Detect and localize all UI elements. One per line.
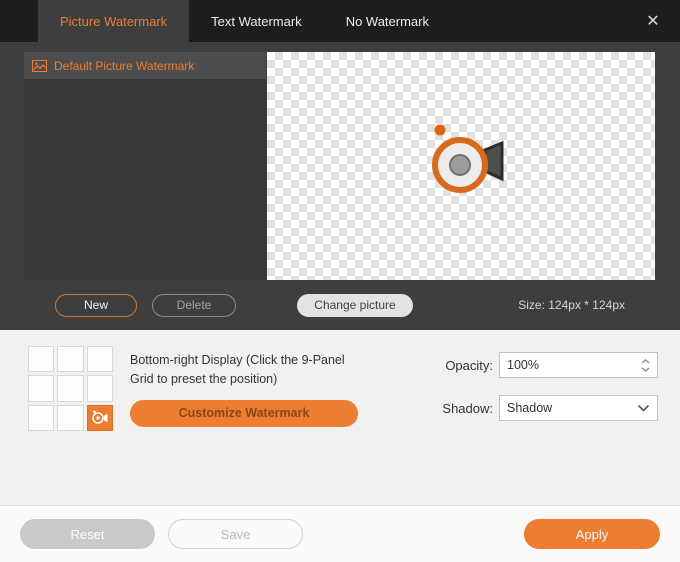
tab-text-watermark[interactable]: Text Watermark bbox=[189, 0, 324, 42]
tab-no-watermark[interactable]: No Watermark bbox=[324, 0, 451, 42]
opacity-input[interactable]: 100% bbox=[499, 352, 658, 378]
grid-cell-bottom-left[interactable] bbox=[28, 405, 54, 431]
effect-settings: Opacity: 100% Shadow: Shado bbox=[438, 346, 658, 438]
shadow-row: Shadow: Shadow bbox=[438, 395, 658, 421]
new-button[interactable]: New bbox=[55, 294, 137, 317]
position-description: Bottom-right Display (Click the 9-Panel … bbox=[130, 351, 362, 389]
close-icon: ✕ bbox=[646, 11, 659, 31]
watermark-graphic[interactable] bbox=[398, 116, 524, 216]
apply-button[interactable]: Apply bbox=[524, 519, 660, 549]
grid-cell-top-right[interactable] bbox=[87, 346, 113, 372]
tab-label: Picture Watermark bbox=[60, 14, 167, 29]
delete-button[interactable]: Delete bbox=[152, 294, 236, 317]
grid-cell-middle-left[interactable] bbox=[28, 375, 54, 401]
opacity-spinner bbox=[641, 359, 650, 372]
picture-icon bbox=[32, 60, 47, 72]
tab-picture-watermark[interactable]: Picture Watermark bbox=[38, 0, 189, 42]
tab-label: No Watermark bbox=[346, 14, 429, 29]
watermark-editor-panel: Default Picture Watermark New Delete Cha… bbox=[0, 42, 680, 330]
spinner-up-icon[interactable] bbox=[641, 359, 650, 364]
grid-cell-middle-right[interactable] bbox=[87, 375, 113, 401]
shadow-label: Shadow: bbox=[438, 401, 493, 416]
dialog-footer: Reset Save Apply bbox=[0, 505, 680, 562]
tab-bar: Picture Watermark Text Watermark No Wate… bbox=[0, 0, 680, 42]
size-label: Size: 124px * 124px bbox=[518, 298, 625, 312]
editor-top: Default Picture Watermark bbox=[24, 52, 655, 280]
customize-watermark-button[interactable]: Customize Watermark bbox=[130, 400, 358, 427]
position-settings-panel: Bottom-right Display (Click the 9-Panel … bbox=[0, 330, 680, 505]
close-button[interactable]: ✕ bbox=[640, 0, 666, 42]
shadow-select[interactable]: Shadow bbox=[499, 395, 658, 421]
opacity-label: Opacity: bbox=[438, 358, 493, 373]
change-picture-button[interactable]: Change picture bbox=[297, 294, 413, 317]
editor-bottom: New Delete Change picture Size: 124px * … bbox=[24, 280, 655, 330]
grid-cell-bottom-right[interactable] bbox=[87, 405, 113, 431]
save-button[interactable]: Save bbox=[168, 519, 303, 549]
watermark-dialog: Picture Watermark Text Watermark No Wate… bbox=[0, 0, 680, 562]
spinner-down-icon[interactable] bbox=[641, 367, 650, 372]
position-grid bbox=[28, 346, 113, 431]
grid-cell-center[interactable] bbox=[57, 375, 83, 401]
camera-recorder-icon bbox=[91, 410, 109, 425]
preview-canvas[interactable] bbox=[267, 52, 655, 280]
reset-button[interactable]: Reset bbox=[20, 519, 155, 549]
position-info: Bottom-right Display (Click the 9-Panel … bbox=[130, 346, 362, 427]
watermark-list-item-default[interactable]: Default Picture Watermark bbox=[24, 52, 266, 79]
grid-cell-top-left[interactable] bbox=[28, 346, 54, 372]
watermark-item-label: Default Picture Watermark bbox=[54, 59, 194, 73]
preview-actions: Change picture Size: 124px * 124px bbox=[267, 294, 655, 317]
grid-cell-top-center[interactable] bbox=[57, 346, 83, 372]
shadow-value: Shadow bbox=[507, 401, 637, 415]
opacity-row: Opacity: 100% bbox=[438, 352, 658, 378]
watermark-list: Default Picture Watermark bbox=[24, 52, 266, 280]
tab-label: Text Watermark bbox=[211, 14, 302, 29]
opacity-value: 100% bbox=[507, 358, 641, 372]
grid-cell-bottom-center[interactable] bbox=[57, 405, 83, 431]
chevron-down-icon bbox=[637, 404, 650, 412]
list-actions: New Delete bbox=[24, 294, 267, 317]
